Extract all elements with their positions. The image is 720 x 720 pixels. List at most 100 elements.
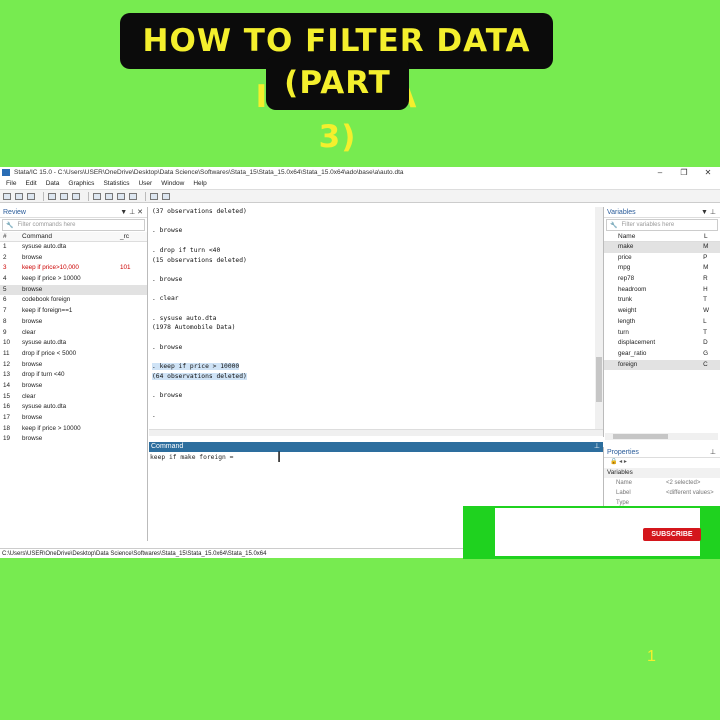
review-row[interactable]: 2 browse: [0, 253, 147, 264]
stata-window: Stata/IC 15.0 - C:\Users\USER\OneDrive\D…: [0, 167, 720, 558]
variables-horizontal-scrollbar[interactable]: [605, 433, 718, 440]
graph-icon[interactable]: [72, 192, 80, 200]
open-icon[interactable]: [3, 192, 11, 200]
more-icon[interactable]: [150, 192, 158, 200]
review-row[interactable]: 12 browse: [0, 360, 147, 371]
review-row[interactable]: 3 keep if price>10,000 101: [0, 263, 147, 274]
review-row[interactable]: 1 sysuse auto.dta: [0, 242, 147, 253]
review-row-number: 18: [3, 424, 11, 432]
variables-title: Variables: [607, 209, 636, 216]
panel-pin-icon[interactable]: ⊥: [594, 442, 600, 452]
variable-row[interactable]: headroom H: [604, 285, 720, 296]
variable-name: gear_ratio: [618, 349, 647, 357]
review-row[interactable]: 13 drop if turn <40: [0, 370, 147, 381]
menu-statistics[interactable]: Statistics: [103, 178, 129, 189]
review-row-command: browse: [22, 414, 43, 421]
properties-title: Properties: [607, 449, 639, 456]
review-row[interactable]: 15 clear: [0, 392, 147, 403]
properties-toolbar[interactable]: 🔒 ◂ ▸: [604, 458, 720, 468]
review-row[interactable]: 8 browse: [0, 317, 147, 328]
review-row-command: keep if price>10,000: [22, 264, 79, 272]
col-rc[interactable]: _rc: [120, 232, 140, 241]
toolbar-divider: [43, 191, 44, 201]
variable-label: T: [703, 328, 708, 336]
command-input[interactable]: keep if make foreign =: [149, 452, 603, 464]
review-row[interactable]: 7 keep if foreign==1: [0, 306, 147, 317]
result-line: . browse: [152, 227, 183, 235]
variable-row[interactable]: displacement D: [604, 338, 720, 349]
review-row-rc: [120, 242, 140, 253]
properties-section[interactable]: Variables: [604, 468, 720, 478]
variables-manager-icon[interactable]: [129, 192, 137, 200]
subscribe-button[interactable]: SUBSCRIBE: [643, 528, 701, 541]
review-row[interactable]: 14 browse: [0, 381, 147, 392]
review-row[interactable]: 17 browse: [0, 413, 147, 424]
viewer-icon[interactable]: [60, 192, 68, 200]
menu-window[interactable]: Window: [161, 178, 184, 189]
scrollbar-thumb[interactable]: [613, 434, 668, 439]
panel-pin-icon[interactable]: ▼ ⊥ ✕: [120, 207, 143, 218]
save-icon[interactable]: [15, 192, 23, 200]
print-icon[interactable]: [27, 192, 35, 200]
col-number[interactable]: #: [0, 232, 22, 241]
review-row[interactable]: 6 codebook foreign: [0, 295, 147, 306]
toolbar: [0, 190, 720, 203]
col-command[interactable]: Command: [22, 232, 120, 241]
break-icon[interactable]: [162, 192, 170, 200]
subscribe-overlay: SUBSCRIBE: [463, 506, 720, 559]
review-row[interactable]: 19 browse: [0, 434, 147, 445]
variable-name: trunk: [618, 296, 632, 304]
variable-row[interactable]: turn T: [604, 328, 720, 339]
review-filter-input[interactable]: 🔧 Filter commands here: [2, 219, 145, 231]
menu-data[interactable]: Data: [46, 178, 60, 189]
minimize-icon[interactable]: –: [648, 167, 672, 178]
variables-list: make Mprice Pmpg Mrep78 Rheadroom Htrunk Tweig…: [604, 242, 720, 371]
review-row[interactable]: 4 keep if price > 10000: [0, 274, 147, 285]
menu-edit[interactable]: Edit: [25, 178, 36, 189]
menu-help[interactable]: Help: [193, 178, 206, 189]
scrollbar-thumb[interactable]: [596, 357, 602, 402]
variable-row[interactable]: mpg M: [604, 263, 720, 274]
variable-row[interactable]: rep78 R: [604, 274, 720, 285]
toolbar-divider: [145, 191, 146, 201]
variable-name: weight: [618, 307, 637, 315]
variable-row[interactable]: length L: [604, 317, 720, 328]
do-file-editor-icon[interactable]: [93, 192, 101, 200]
panel-pin-icon[interactable]: ▼ ⊥: [701, 207, 716, 218]
review-row[interactable]: 11 drop if price < 5000: [0, 349, 147, 360]
close-icon[interactable]: ✕: [696, 167, 720, 178]
variable-row[interactable]: make M: [604, 242, 720, 253]
data-browser-icon[interactable]: [117, 192, 125, 200]
col-label[interactable]: L: [704, 232, 708, 241]
menu-file[interactable]: File: [6, 178, 16, 189]
review-row-command: drop if price < 5000: [22, 349, 77, 357]
review-row-rc: [120, 402, 140, 413]
panel-pin-icon[interactable]: ⊥: [710, 447, 716, 458]
review-row[interactable]: 18 keep if price > 10000: [0, 424, 147, 435]
review-row[interactable]: 5 browse: [0, 284, 147, 296]
variable-row[interactable]: weight W: [604, 306, 720, 317]
variables-filter-input[interactable]: 🔧 Filter variables here: [606, 219, 718, 231]
review-row-rc: [120, 370, 140, 381]
variable-row[interactable]: gear_ratio G: [604, 349, 720, 360]
menu-graphics[interactable]: Graphics: [68, 178, 94, 189]
data-editor-icon[interactable]: [105, 192, 113, 200]
variable-row[interactable]: price P: [604, 253, 720, 264]
review-row[interactable]: 9 clear: [0, 328, 147, 339]
results-scrollbar[interactable]: [595, 207, 603, 429]
review-row[interactable]: 16 sysuse auto.dta: [0, 402, 147, 413]
review-row[interactable]: 10 sysuse auto.dta: [0, 338, 147, 349]
variable-row[interactable]: trunk T: [604, 295, 720, 306]
col-name[interactable]: Name: [604, 232, 704, 241]
log-icon[interactable]: [48, 192, 56, 200]
menu-user[interactable]: User: [138, 178, 152, 189]
review-row-number: 12: [3, 360, 11, 368]
results-horizontal-scrollbar[interactable]: [149, 429, 603, 436]
review-row-command: browse: [22, 435, 43, 443]
menu-bar: File Edit Data Graphics Statistics User …: [0, 178, 720, 190]
variable-label: M: [703, 264, 709, 272]
restore-icon[interactable]: ❐: [672, 167, 696, 178]
review-row-number: 17: [3, 414, 11, 421]
review-title: Review: [3, 209, 26, 216]
variable-row[interactable]: foreign C: [604, 359, 720, 371]
